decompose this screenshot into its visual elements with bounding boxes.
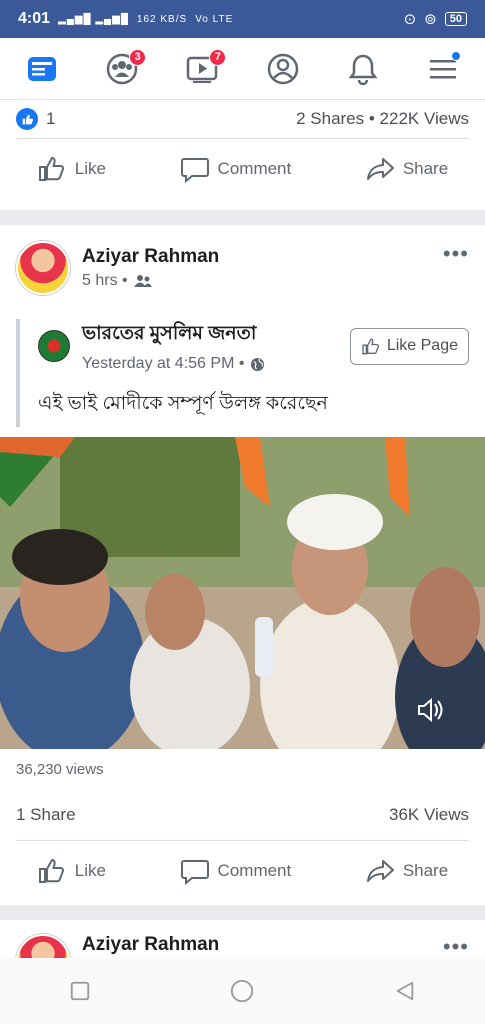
- volume-icon[interactable]: [415, 695, 445, 725]
- status-bar: 4:01 ▂▄▆█ ▂▄▆█ 162 KB/S Vo LTE ⊙ ⊚ 50: [0, 0, 485, 38]
- like-page-label: Like Page: [386, 337, 458, 354]
- avatar[interactable]: [16, 241, 70, 295]
- thumbs-up-icon: [38, 858, 64, 883]
- post-actions: Like Comment Share: [0, 841, 485, 901]
- network-speed: 162 KB/S: [136, 13, 188, 25]
- like-label: Like: [74, 861, 106, 880]
- lock-icon: ⊚: [424, 11, 437, 28]
- comment-label: Comment: [217, 861, 292, 880]
- shared-post: ভারতের মুসলিম জনতা Yesterday at 4:56 PM …: [16, 319, 469, 427]
- share-icon: [366, 158, 394, 180]
- top-nav: 3 7: [0, 38, 485, 100]
- tab-menu[interactable]: [423, 49, 463, 89]
- post-footer: 36,230 views 1 Share 36K Views Like Comm…: [0, 749, 485, 905]
- shares-views[interactable]: 2 Shares • 222K Views: [296, 109, 469, 129]
- like-page-button[interactable]: Like Page: [349, 327, 469, 365]
- tab-groups[interactable]: 3: [102, 48, 147, 89]
- profile-icon: [267, 53, 298, 84]
- post-actions: Like Comment Share: [0, 139, 485, 199]
- reaction-count[interactable]: 1: [46, 109, 55, 129]
- comment-button[interactable]: Comment: [180, 857, 292, 885]
- post-caption: এই ভাই মোদীকে সম্পূর্ণ উলঙ্গ করেছেন: [38, 393, 328, 414]
- friends-icon: [133, 275, 152, 287]
- video-frame: [0, 437, 485, 749]
- tab-news-feed[interactable]: [22, 49, 62, 89]
- post-header: Aziyar Rahman 5 hrs • •••: [0, 225, 485, 311]
- back-icon[interactable]: [394, 980, 416, 1002]
- post-stats: 1 2 Shares • 222K Views: [0, 100, 485, 138]
- battery-indicator: 50: [444, 12, 467, 26]
- watch-badge: 7: [209, 48, 227, 66]
- view-count[interactable]: 36K Views: [389, 805, 469, 825]
- like-label: Like: [74, 159, 106, 178]
- more-options-icon[interactable]: •••: [443, 934, 469, 960]
- lte-indicator: Vo LTE: [195, 13, 234, 25]
- share-label: Share: [402, 159, 449, 178]
- post-time[interactable]: 5 hrs •: [82, 272, 128, 290]
- share-count[interactable]: 1 Share: [16, 805, 76, 825]
- comment-icon: [180, 860, 209, 885]
- video-views[interactable]: 36,230 views: [0, 749, 485, 790]
- video-player[interactable]: [0, 437, 485, 749]
- home-icon[interactable]: [229, 978, 255, 1004]
- like-button[interactable]: Like: [37, 857, 106, 885]
- share-label: Share: [402, 861, 449, 880]
- sync-icon: ⊙: [403, 11, 417, 28]
- recents-icon[interactable]: [69, 980, 91, 1002]
- more-options-icon[interactable]: •••: [443, 241, 469, 267]
- status-time: 4:01: [18, 10, 51, 27]
- post-stats: 1 Share 36K Views: [0, 790, 485, 840]
- author-name[interactable]: Aziyar Rahman: [82, 246, 219, 268]
- like-button[interactable]: Like: [37, 155, 106, 183]
- globe-icon: [251, 357, 265, 371]
- page-avatar[interactable]: [38, 330, 70, 362]
- author-name[interactable]: Aziyar Rahman: [82, 934, 219, 956]
- tab-notifications[interactable]: [343, 49, 383, 89]
- thumbs-up-icon: [362, 337, 379, 354]
- post-card: 1 2 Shares • 222K Views Like Comment Sha…: [0, 100, 485, 210]
- menu-notification-dot: [450, 50, 461, 61]
- comment-label: Comment: [217, 159, 292, 178]
- thumbs-up-icon: [38, 156, 64, 181]
- system-nav-bar: [0, 958, 485, 1024]
- comment-icon: [180, 158, 209, 183]
- share-icon: [366, 860, 394, 882]
- bell-icon: [348, 54, 378, 85]
- page-name[interactable]: ভারতের মুসলিম জনতা: [82, 319, 265, 351]
- groups-badge: 3: [129, 48, 147, 66]
- news-feed-icon: [28, 56, 56, 81]
- comment-button[interactable]: Comment: [180, 155, 292, 183]
- share-button[interactable]: Share: [365, 857, 448, 885]
- tab-profile[interactable]: [263, 49, 303, 89]
- signal-icon: ▂▄▆█ ▂▄▆█: [58, 13, 129, 25]
- tab-watch[interactable]: 7: [182, 48, 227, 89]
- shared-time[interactable]: Yesterday at 4:56 PM •: [82, 355, 244, 373]
- share-button[interactable]: Share: [365, 155, 448, 183]
- like-reaction-icon[interactable]: [16, 108, 38, 130]
